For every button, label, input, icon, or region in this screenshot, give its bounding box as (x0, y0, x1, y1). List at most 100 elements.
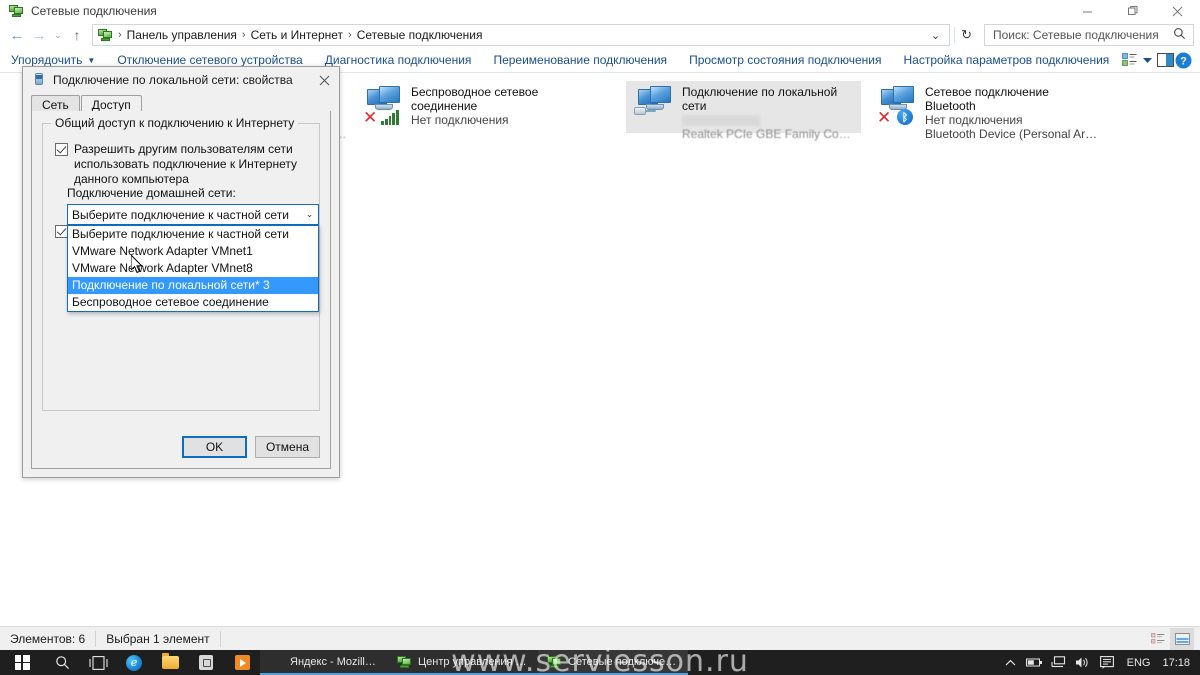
file-explorer-icon[interactable] (152, 650, 188, 675)
status-selection: Выбран 1 элемент (96, 630, 221, 647)
back-arrow-icon[interactable]: ← (6, 24, 28, 46)
signal-bars-icon (381, 110, 399, 125)
connection-status-redacted (682, 115, 760, 126)
bluetooth-icon: ᛒ (897, 109, 913, 125)
connection-status: Нет подключения (925, 113, 1023, 127)
taskbar-task-firefox[interactable]: Яндекс - Mozilla Firef... (260, 650, 388, 675)
home-network-combobox-value: Выберите подключение к частной сети (72, 207, 289, 222)
screen: Сетевые подключения ← → ⌄ ↑ › Панель упр… (0, 0, 1200, 675)
dropdown-option-wireless[interactable]: Беспроводное сетевое соединение (68, 294, 318, 311)
cancel-button[interactable]: Отмена (255, 436, 320, 458)
home-network-dropdown-list[interactable]: Выберите подключение к частной сети VMwa… (67, 225, 319, 312)
preview-pane-icon[interactable] (1156, 48, 1174, 73)
microsoft-store-icon[interactable] (188, 650, 224, 675)
taskbar-task-label: Яндекс - Mozilla Firef... (290, 655, 380, 668)
dropdown-option-select[interactable]: Выберите подключение к частной сети (68, 226, 318, 243)
search-placeholder: Поиск: Сетевые подключения (993, 28, 1159, 42)
connection-status: Нет подключения (411, 113, 509, 127)
connection-name: Сетевое подключение Bluetooth (925, 85, 1049, 113)
dialog-close-icon[interactable] (309, 67, 339, 93)
chevron-down-icon[interactable]: ⌄ (301, 209, 318, 220)
command-view-status[interactable]: Просмотр состояния подключения (678, 48, 892, 73)
address-bar: ← → ⌄ ↑ › Панель управления › Сеть и Инт… (0, 22, 1200, 48)
allow-share-row[interactable]: Разрешить другим пользователям сети испо… (55, 142, 309, 187)
change-view-dropdown-icon[interactable] (1138, 48, 1156, 73)
command-change-settings[interactable]: Настройка параметров подключения (893, 48, 1121, 73)
red-x-icon: ✕ (877, 108, 892, 128)
window-title: Сетевые подключения (31, 4, 157, 18)
dialog-title: Подключение по локальной сети: свойства (53, 73, 293, 87)
media-player-icon[interactable] (224, 650, 260, 675)
network-icon[interactable] (1047, 650, 1071, 675)
search-icon (1173, 27, 1189, 43)
recent-locations-icon[interactable]: ⌄ (50, 24, 66, 46)
ethernet-plug-icon (634, 104, 656, 118)
maximize-button[interactable] (1110, 0, 1155, 22)
battery-icon[interactable] (1023, 650, 1047, 675)
command-rename[interactable]: Переименование подключения (482, 48, 678, 73)
dropdown-option-vmnet8[interactable]: VMware Network Adapter VMnet8 (68, 260, 318, 277)
connection-text: Подключение по локальной сети Realtek PC… (682, 84, 857, 141)
home-network-label: Подключение домашней сети: (67, 186, 236, 200)
tray-clock[interactable]: 17:18 (1158, 657, 1200, 669)
tray-language[interactable]: ENG (1119, 657, 1159, 669)
network-center-icon (396, 654, 412, 670)
taskbar-search-icon[interactable] (44, 650, 80, 675)
allow-share-checkbox[interactable] (55, 143, 68, 156)
connection-text: Беспроводное сетевое соединение Нет подк… (411, 84, 586, 127)
minimize-button[interactable] (1065, 0, 1110, 22)
forward-arrow-icon[interactable]: → (28, 24, 50, 46)
dialog-titlebar: Подключение по локальной сети: свойства (23, 67, 339, 93)
connection-name: Подключение по локальной сети (682, 85, 838, 113)
up-arrow-icon[interactable]: ↑ (66, 24, 88, 46)
status-bar: Элементов: 6 Выбран 1 элемент (0, 626, 1200, 650)
close-button[interactable] (1155, 0, 1200, 22)
taskbar-task-label: Центр управления се... (418, 655, 530, 668)
chevron-up-icon[interactable] (999, 650, 1023, 675)
refresh-icon[interactable]: ↻ (954, 27, 978, 43)
status-items-count: Элементов: 6 (0, 630, 97, 647)
connection-text: Сетевое подключение Bluetooth Нет подклю… (925, 84, 1100, 141)
properties-dialog: Подключение по локальной сети: свойства … (22, 66, 340, 478)
chevron-down-icon[interactable]: ⌄ (924, 29, 947, 42)
edge-icon[interactable]: e (116, 650, 152, 675)
network-connections-icon (546, 654, 562, 670)
tiles-view-icon[interactable] (1170, 627, 1194, 650)
taskbar: e Яндекс - Mozilla Firef... Центр управл… (0, 650, 1200, 675)
connection-item-wireless[interactable]: ✕ Беспроводное сетевое соединение Нет по… (355, 81, 590, 133)
taskbar-task-label: Сетевые подключен... (568, 655, 680, 668)
breadcrumb-item-network-internet[interactable]: Сеть и Интернет (247, 27, 347, 43)
connection-icons (630, 84, 678, 128)
volume-icon[interactable] (1071, 650, 1095, 675)
connection-item-bluetooth[interactable]: ✕ ᛒ Сетевое подключение Bluetooth Нет по… (869, 81, 1104, 141)
windows-start-icon[interactable] (0, 650, 44, 675)
breadcrumb-item-control-panel[interactable]: Панель управления (123, 27, 241, 43)
breadcrumb[interactable]: › Панель управления › Сеть и Интернет › … (92, 24, 951, 46)
connection-icons: ✕ (359, 84, 407, 128)
task-view-icon[interactable] (80, 650, 116, 675)
details-view-icon[interactable] (1146, 628, 1170, 650)
window-controls (1065, 0, 1200, 22)
change-view-icon[interactable] (1120, 48, 1138, 73)
dropdown-option-lan3[interactable]: Подключение по локальной сети* 3 (68, 277, 318, 294)
svg-text:?: ? (1180, 55, 1187, 67)
connection-device: Realtek PCIe GBE Family Controller (682, 127, 857, 141)
search-input[interactable]: Поиск: Сетевые подключения (984, 24, 1194, 46)
ok-button[interactable]: OK (182, 436, 247, 458)
taskbar-task-network-connections[interactable]: Сетевые подключен... (538, 650, 688, 675)
help-icon[interactable]: ? (1174, 48, 1192, 73)
window-titlebar: Сетевые подключения (0, 0, 1200, 22)
dropdown-option-vmnet1[interactable]: VMware Network Adapter VMnet1 (68, 243, 318, 260)
dialog-tab-panel: Общий доступ к подключению к Интернету Р… (31, 111, 331, 469)
action-center-icon[interactable] (1095, 650, 1119, 675)
breadcrumb-item-network-connections[interactable]: Сетевые подключения (353, 27, 487, 43)
taskbar-task-network-center[interactable]: Центр управления се... (388, 650, 538, 675)
chevron-down-icon: ▼ (87, 55, 96, 65)
connection-icons: ✕ ᛒ (873, 84, 921, 128)
firefox-icon (268, 654, 284, 670)
connection-device: Bluetooth Device (Personal Area ... (925, 127, 1100, 141)
connection-item-lan[interactable]: Подключение по локальной сети Realtek PC… (626, 81, 861, 141)
system-tray: ENG 17:18 (999, 650, 1200, 675)
allow-share-label: Разрешить другим пользователям сети испо… (74, 142, 298, 186)
home-network-combobox[interactable]: Выберите подключение к частной сети ⌄ (67, 204, 319, 225)
